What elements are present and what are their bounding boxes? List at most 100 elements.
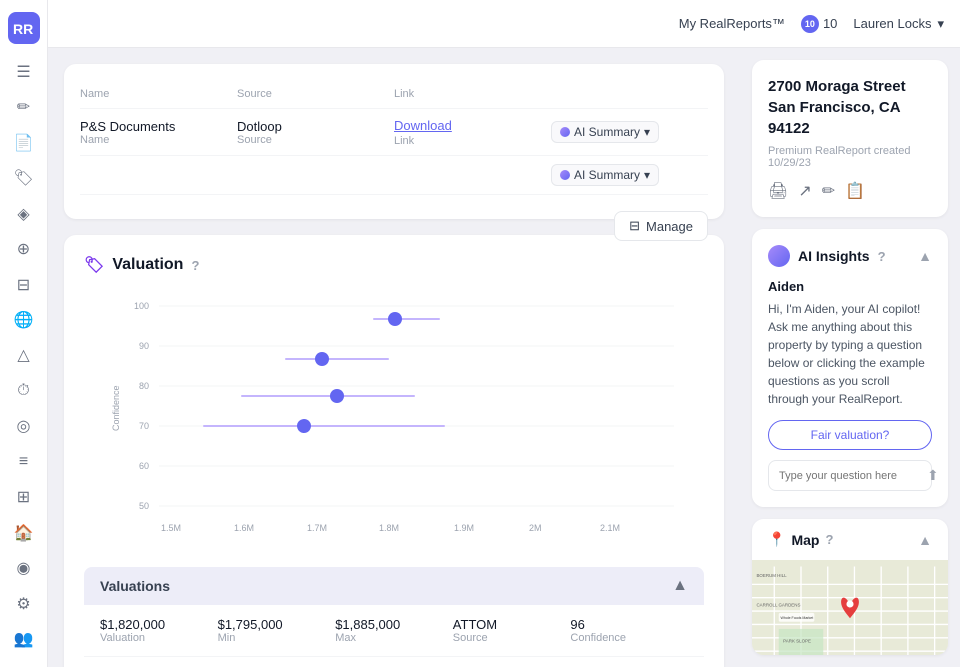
tag-icon[interactable]: 🏷	[6, 162, 42, 193]
ai-summary-button-2[interactable]: AI Summary ▾	[551, 164, 659, 186]
top-nav: My RealReports™ 10 10 Lauren Locks ▾	[48, 0, 960, 48]
timer-icon[interactable]: ⏱	[6, 375, 42, 406]
settings-icon[interactable]: ⚙	[6, 588, 42, 619]
doc-source-sub: Source	[237, 134, 394, 146]
property-address-line2: San Francisco, CA 94122	[768, 97, 932, 139]
doc-row-ps: P&S Documents Name Dotloop Source Downlo…	[80, 109, 708, 156]
map-svg: BOERUM HILL CARROLL GARDENS PARK SLOPE W…	[752, 560, 948, 655]
map-card: 📍 Map ? ▲	[752, 519, 948, 655]
doc-name-ps: P&S Documents	[80, 119, 237, 134]
edit-icon[interactable]: ✏	[822, 181, 835, 201]
valuations-title: Valuations	[100, 578, 170, 594]
manage-button[interactable]: ⊟ Manage	[614, 211, 708, 241]
share-icon[interactable]: ↗	[798, 181, 811, 201]
send-button[interactable]: ⬆	[927, 467, 939, 484]
map-help-icon[interactable]: ?	[825, 532, 833, 547]
right-panel: 2700 Moraga Street San Francisco, CA 941…	[740, 48, 960, 667]
ai-input-row: ⬆	[768, 460, 932, 491]
ai-question-input[interactable]	[779, 470, 921, 482]
map-collapse-button[interactable]: ▲	[918, 532, 932, 548]
map-title: 📍 Map ?	[768, 531, 833, 548]
ai-card-header: AI Insights ? ▲	[768, 245, 932, 267]
globe-icon[interactable]: 🌐	[6, 304, 42, 335]
svg-text:CARROLL GARDENS: CARROLL GARDENS	[756, 603, 800, 608]
ai-dot-icon	[560, 127, 570, 137]
property-address-line1: 2700 Moraga Street	[768, 76, 932, 97]
list-icon[interactable]: ≡	[6, 446, 42, 477]
svg-text:1.9M: 1.9M	[454, 523, 474, 533]
copy-icon[interactable]: 📋	[845, 181, 865, 201]
radio-icon[interactable]: ◉	[6, 553, 42, 584]
ai-summary-label-2: AI Summary	[574, 168, 640, 182]
svg-text:Whole Foods Market: Whole Foods Market	[781, 616, 814, 620]
diamond-icon[interactable]: ◈	[6, 198, 42, 229]
svg-text:Confidence: Confidence	[111, 385, 121, 431]
valuation-title: 🏷 Valuation ?	[84, 255, 704, 275]
map-preview: BOERUM HILL CARROLL GARDENS PARK SLOPE W…	[752, 560, 948, 655]
sidebar: RR ☰ ✏ 📄 🏷 ◈ ⊕ ⊟ 🌐 △ ⏱ ◎ ≡ ⊞ 🏠 ◉ ⚙ 👥	[0, 0, 48, 667]
chevron-down-icon: ▾	[937, 16, 944, 32]
svg-text:70: 70	[139, 421, 149, 431]
aiden-text: Hi, I'm Aiden, your AI copilot! Ask me a…	[768, 300, 932, 408]
menu-icon[interactable]: ☰	[6, 56, 42, 87]
valuation-card: 🏷 Valuation ? Confidence	[64, 235, 724, 667]
svg-text:50: 50	[139, 501, 149, 511]
svg-text:1.6M: 1.6M	[234, 523, 254, 533]
property-card: 2700 Moraga Street San Francisco, CA 941…	[752, 60, 948, 217]
val-label-1: Valuation	[100, 632, 218, 644]
content-area: Name Source Link P&S Documents Name	[48, 48, 960, 667]
users-icon[interactable]: 👥	[6, 624, 42, 655]
points-value: 10	[823, 16, 837, 31]
points-badge: 10	[801, 15, 819, 33]
circle-icon[interactable]: ◎	[6, 411, 42, 442]
ai-help-icon[interactable]: ?	[878, 249, 886, 264]
document-icon[interactable]: 📄	[6, 127, 42, 158]
center-panel: Name Source Link P&S Documents Name	[48, 48, 740, 667]
edit-icon[interactable]: ✏	[6, 91, 42, 122]
col-link-header: Link	[394, 88, 551, 100]
valuations-header: Valuations ▲	[84, 567, 704, 605]
svg-text:2.1M: 2.1M	[600, 523, 620, 533]
valuation-tag-icon: 🏷	[84, 255, 104, 275]
myrr-label[interactable]: My RealReports™	[679, 16, 785, 31]
val-max-label-1: Max	[335, 632, 453, 644]
ai-title-text: AI Insights	[798, 248, 870, 264]
property-actions: 🖨 ↗ ✏ 📋	[768, 181, 932, 201]
chart-svg: Confidence 100 90 80 70 60	[84, 291, 704, 551]
val-max-1: $1,885,000	[335, 617, 453, 632]
map-card-header: 📍 Map ? ▲	[752, 519, 948, 560]
user-menu[interactable]: Lauren Locks ▾	[853, 16, 944, 32]
val-min-label-1: Min	[218, 632, 336, 644]
collapse-icon[interactable]: ▲	[672, 577, 688, 595]
svg-text:2M: 2M	[529, 523, 542, 533]
ai-summary-button-1[interactable]: AI Summary ▾	[551, 121, 659, 143]
svg-text:90: 90	[139, 341, 149, 351]
ai-dot-icon-2	[560, 170, 570, 180]
svg-text:RR: RR	[13, 21, 33, 37]
ai-collapse-button[interactable]: ▲	[918, 248, 932, 264]
svg-text:1.5M: 1.5M	[161, 523, 181, 533]
warning-icon[interactable]: △	[6, 340, 42, 371]
manage-icon: ⊟	[629, 218, 640, 234]
svg-text:1.8M: 1.8M	[379, 523, 399, 533]
chevron-down-icon: ▾	[644, 125, 650, 139]
valuations-table: Valuations ▲ $1,820,000 Valuation $1,795…	[84, 567, 704, 667]
plus-square-icon[interactable]: ⊞	[6, 482, 42, 513]
grid-icon[interactable]: ⊟	[6, 269, 42, 300]
property-meta: Premium RealReport created 10/29/23	[768, 145, 932, 169]
col-source-header: Source	[237, 88, 394, 100]
val-min-1: $1,795,000	[218, 617, 336, 632]
aiden-name: Aiden	[768, 279, 932, 294]
brand-logo[interactable]: RR	[8, 12, 40, 44]
svg-text:60: 60	[139, 461, 149, 471]
doc-source-ps: Dotloop	[237, 119, 394, 134]
valuation-help-icon[interactable]: ?	[191, 258, 199, 273]
home-icon[interactable]: 🏠	[6, 517, 42, 548]
svg-text:PARK SLOPE: PARK SLOPE	[783, 638, 811, 643]
main-wrapper: My RealReports™ 10 10 Lauren Locks ▾ Nam…	[48, 0, 960, 667]
print-icon[interactable]: 🖨	[768, 181, 788, 201]
fair-valuation-button[interactable]: Fair valuation?	[768, 420, 932, 450]
valuation-title-text: Valuation	[112, 256, 183, 274]
add-icon[interactable]: ⊕	[6, 233, 42, 264]
doc-link-ps[interactable]: Download	[394, 118, 452, 133]
